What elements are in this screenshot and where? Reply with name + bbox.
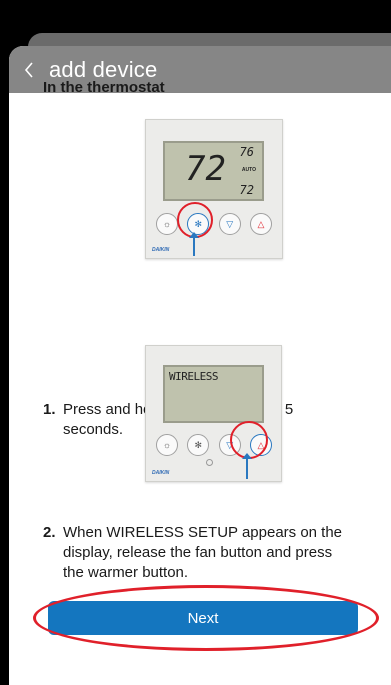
thermostat-display: 72 76 AUTO 72 bbox=[163, 141, 264, 201]
thermostat-buttons: ☼ ✻ ▽ △ bbox=[156, 213, 272, 235]
reset-pinhole-icon bbox=[206, 459, 213, 466]
pointer-arrow-icon bbox=[189, 232, 199, 256]
step-number: 2. bbox=[43, 524, 56, 541]
display-mode: AUTO bbox=[241, 167, 256, 173]
display-temp-top: 76 bbox=[239, 145, 254, 159]
fan-button-icon: ✻ bbox=[187, 434, 210, 456]
brand-logo: DAIKIN bbox=[152, 470, 170, 476]
display-temp-bottom: 72 bbox=[239, 183, 254, 197]
instruction-step-2: 2. When WIRELESS SETUP appears on the di… bbox=[43, 523, 353, 583]
step-number: 1. bbox=[43, 401, 56, 418]
chevron-left-icon bbox=[24, 61, 33, 78]
warmer-button-icon: △ bbox=[249, 213, 272, 235]
thermostat-image-warmer: WIRELESS ☼ ✻ ▽ △ DAIKIN bbox=[145, 345, 282, 482]
display-text: WIRELESS bbox=[169, 370, 218, 383]
mode-button-icon: ☼ bbox=[156, 213, 178, 235]
display-temp-main: 72 bbox=[185, 149, 226, 189]
section-title: In the thermostat bbox=[43, 79, 165, 96]
step-text: When WIRELESS SETUP appears on the displ… bbox=[63, 524, 343, 581]
cooler-button-icon: ▽ bbox=[218, 213, 241, 235]
pointer-arrow-icon bbox=[242, 453, 252, 479]
next-button[interactable]: Next bbox=[48, 601, 358, 635]
thermostat-display: WIRELESS bbox=[163, 365, 264, 423]
brand-logo: DAIKIN bbox=[152, 247, 170, 253]
thermostat-image-fan: 72 76 AUTO 72 ☼ ✻ ▽ △ DAIKIN bbox=[145, 119, 283, 259]
mode-button-icon: ☼ bbox=[156, 434, 178, 456]
